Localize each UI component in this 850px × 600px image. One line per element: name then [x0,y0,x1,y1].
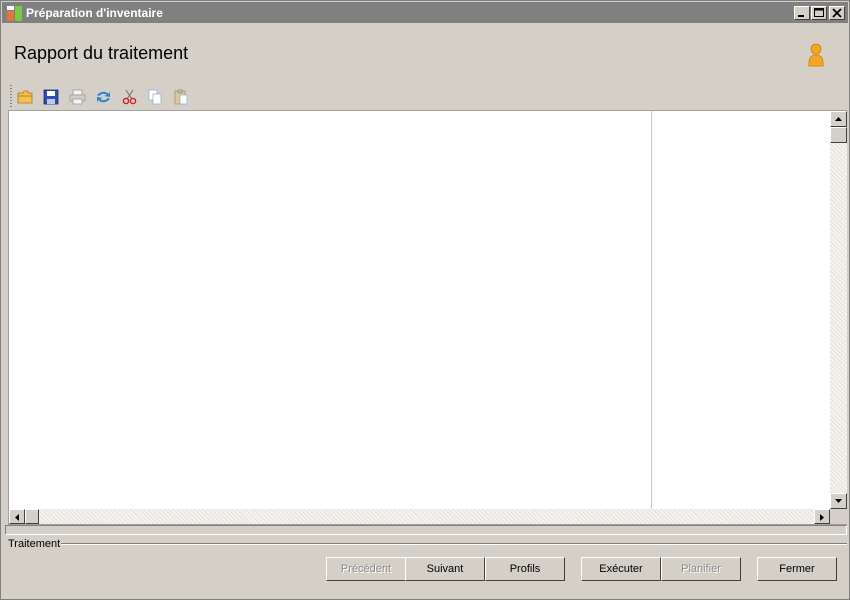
horizontal-scrollbar[interactable] [9,509,830,524]
scroll-down-button[interactable] [830,493,847,509]
arrow-down-icon [835,499,842,503]
refresh-button[interactable] [92,87,114,107]
minimize-icon [798,15,804,17]
next-button[interactable]: Suivant [405,557,485,581]
toolbar-grip[interactable] [10,85,12,109]
scroll-up-button[interactable] [830,111,847,127]
schedule-button[interactable]: Planifier [661,557,741,581]
previous-button[interactable]: Précédent [326,557,406,581]
scroll-left-button[interactable] [9,509,25,524]
arrow-right-icon [820,514,824,521]
horizontal-scroll-thumb[interactable] [25,509,39,524]
close-window-button[interactable] [829,6,845,20]
pane-divider [651,111,652,509]
arrow-up-icon [835,117,842,121]
maximize-button[interactable] [811,6,827,20]
close-icon [832,8,842,18]
main-window: Préparation d'inventaire Rapport du trai… [0,0,850,600]
close-button[interactable]: Fermer [757,557,837,581]
vertical-scrollbar[interactable] [830,111,847,509]
paste-button[interactable] [170,87,192,107]
copy-button[interactable] [144,87,166,107]
report-pane[interactable] [8,110,847,525]
save-icon [43,89,59,105]
profiles-button[interactable]: Profils [485,557,565,581]
user-icon [808,43,824,67]
vertical-scroll-thumb[interactable] [830,127,847,143]
maximize-icon [814,8,824,17]
window-title: Préparation d'inventaire [26,6,163,20]
paste-icon [174,89,188,105]
arrow-left-icon [15,514,19,521]
group-divider [61,543,847,545]
scrollbar-corner [830,509,847,524]
open-button[interactable] [14,87,36,107]
refresh-icon [97,91,110,103]
cut-button[interactable] [118,87,140,107]
print-button[interactable] [66,87,88,107]
execute-button[interactable]: Exécuter [581,557,661,581]
scroll-right-button[interactable] [814,509,830,524]
minimize-button[interactable] [794,6,810,20]
save-button[interactable] [40,87,62,107]
title-bar[interactable]: Préparation d'inventaire [2,2,848,23]
cut-icon [122,89,137,105]
app-icon [7,6,22,21]
page-title: Rapport du traitement [14,43,189,63]
open-folder-icon [17,90,33,104]
traitement-group-label: Traitement [8,538,61,550]
copy-icon [148,89,162,105]
progress-bar [5,525,847,535]
print-icon [69,89,86,105]
